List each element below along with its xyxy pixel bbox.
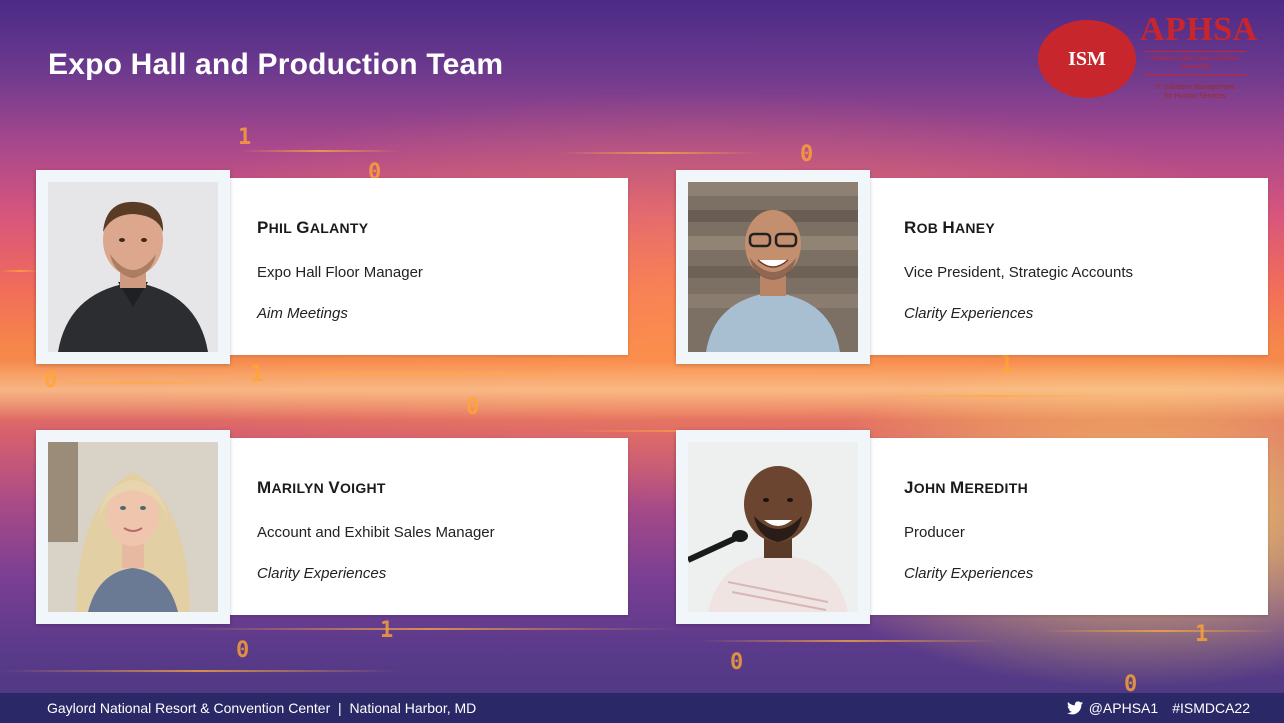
decorative-streak — [240, 150, 400, 152]
name-initial: V — [328, 478, 340, 497]
name-initial: G — [296, 218, 310, 237]
name-rest: HIL — [268, 220, 293, 236]
person-org: Clarity Experiences — [257, 565, 387, 582]
decorative-streak — [700, 640, 1000, 642]
person-role: Producer — [904, 524, 965, 541]
person-photo-frame — [36, 170, 230, 364]
name-initial: M — [949, 478, 965, 497]
person-photo-frame — [676, 430, 870, 624]
name-rest: OIGHT — [339, 480, 386, 496]
decorative-streak — [180, 628, 680, 630]
aphsa-logo-rule — [1144, 51, 1246, 52]
decorative-glyph: 1 — [238, 125, 252, 150]
aphsa-tagline: American Public Human Services Associati… — [1150, 56, 1240, 70]
twitter-icon — [1066, 701, 1083, 715]
footer-bar: Gaylord National Resort & Convention Cen… — [0, 693, 1284, 723]
ism-logo-text: ISM — [1068, 47, 1106, 70]
decorative-streak — [40, 382, 240, 384]
name-rest: ARILYN — [271, 480, 325, 496]
aphsa-subtitle-1: IT Solutions Management — [1155, 84, 1235, 91]
decorative-streak — [0, 270, 40, 272]
name-rest: OB — [916, 220, 939, 236]
portrait-man-wood-wall — [688, 182, 858, 352]
decorative-streak — [860, 395, 1120, 397]
person-role: Account and Exhibit Sales Manager — [257, 524, 495, 541]
aphsa-logo-rule — [1144, 74, 1246, 75]
person-photo-frame — [36, 430, 230, 624]
name-rest: ALANTY — [309, 220, 369, 236]
footer-venue: Gaylord National Resort & Convention Cen… — [47, 700, 477, 716]
person-org: Clarity Experiences — [904, 305, 1034, 322]
ism-logo: ISM — [1038, 20, 1136, 98]
person-photo — [48, 442, 218, 612]
decorative-glyph: 0 — [730, 650, 744, 675]
footer-social: @APHSA1 #ISMDCA22 — [1066, 700, 1250, 716]
person-org: Clarity Experiences — [904, 565, 1034, 582]
person-photo — [48, 182, 218, 352]
decorative-glyph: 0 — [800, 142, 814, 167]
person-role: Expo Hall Floor Manager — [257, 264, 423, 281]
name-initial: M — [257, 478, 272, 497]
portrait-woman-blonde — [48, 442, 218, 612]
aphsa-logo-text: APHSA — [1140, 11, 1258, 48]
person-org: Aim Meetings — [257, 305, 348, 322]
name-initial: H — [942, 218, 955, 237]
slide-title: Expo Hall and Production Team — [48, 48, 504, 81]
decorative-streak — [0, 670, 400, 672]
decorative-glyph: 0 — [236, 638, 250, 663]
decorative-glyph: 1 — [1195, 622, 1209, 647]
person-name: JOHN MEREDITH — [904, 478, 1028, 498]
person-name: ROB HANEY — [904, 218, 995, 238]
person-role: Vice President, Strategic Accounts — [904, 264, 1134, 281]
decorative-glyph: 1 — [380, 618, 394, 643]
decorative-streak — [1040, 630, 1280, 632]
decorative-glyph: 0 — [44, 368, 58, 393]
name-initial: P — [257, 218, 269, 237]
name-rest: EREDITH — [964, 480, 1029, 496]
decorative-streak — [560, 152, 760, 154]
person-name: PHIL GALANTY — [257, 218, 368, 238]
footer-hashtag: #ISMDCA22 — [1172, 700, 1250, 716]
decorative-glyph: 1 — [1000, 352, 1014, 377]
footer-handle: @APHSA1 — [1088, 700, 1159, 716]
name-initial: R — [904, 218, 917, 237]
person-photo-frame — [676, 170, 870, 364]
decorative-glyph: 1 — [250, 362, 264, 387]
horizon-haze — [0, 360, 1284, 420]
person-name: MARILYN VOIGHT — [257, 478, 386, 498]
portrait-man-microphone — [688, 442, 858, 612]
person-photo — [688, 182, 858, 352]
aphsa-subtitle-2: for Human Services — [1164, 93, 1226, 100]
person-photo — [688, 442, 858, 612]
name-rest: ANEY — [954, 220, 996, 236]
name-rest: OHN — [913, 480, 946, 496]
portrait-man-dark-shirt — [48, 182, 218, 352]
decorative-glyph: 0 — [466, 395, 480, 420]
name-initial: J — [904, 478, 914, 497]
aphsa-logo: APHSA American Public Human Services Ass… — [1140, 11, 1258, 102]
decorative-streak — [230, 372, 610, 374]
